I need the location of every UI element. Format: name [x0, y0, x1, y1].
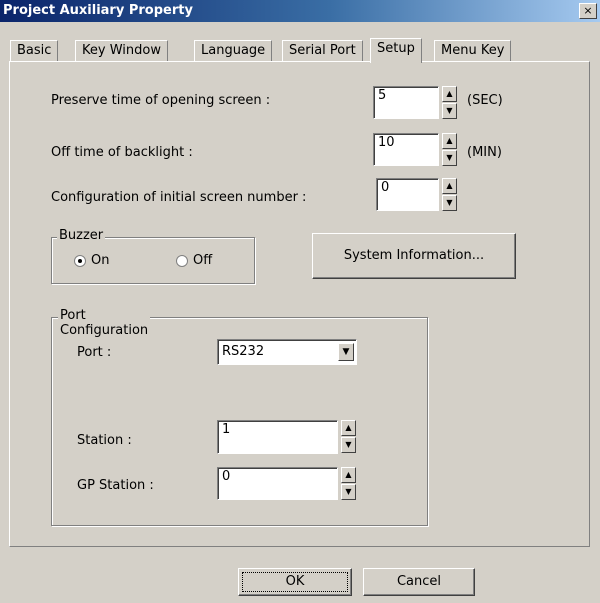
spin-down-icon[interactable]: ▼	[341, 437, 356, 453]
preserve-time-label: Preserve time of opening screen :	[51, 93, 271, 108]
station-label: Station :	[77, 433, 132, 448]
port-select-value: RS232	[222, 344, 265, 359]
tab-basic[interactable]: Basic	[10, 40, 59, 61]
tab-serial-port[interactable]: Serial Port	[282, 40, 363, 61]
station-input[interactable]: 1	[217, 420, 338, 454]
backlight-spinner[interactable]: ▲ ▼	[442, 133, 457, 167]
buzzer-off-label[interactable]: Off	[193, 253, 212, 268]
spin-down-icon[interactable]: ▼	[442, 103, 457, 119]
port-config-title: Port Configuration	[58, 308, 151, 338]
preserve-time-spinner[interactable]: ▲ ▼	[442, 86, 457, 120]
tab-setup[interactable]: Setup	[370, 38, 422, 63]
spin-up-icon[interactable]: ▲	[442, 178, 457, 194]
gp-station-spinner[interactable]: ▲ ▼	[341, 467, 356, 501]
spin-up-icon[interactable]: ▲	[442, 86, 457, 102]
gp-station-label: GP Station :	[77, 478, 154, 493]
dropdown-arrow-icon[interactable]: ▼	[338, 343, 354, 361]
port-label: Port :	[77, 345, 112, 360]
port-select[interactable]: RS232	[217, 339, 357, 365]
station-spinner[interactable]: ▲ ▼	[341, 420, 356, 454]
backlight-unit: (MIN)	[467, 145, 502, 160]
spin-down-icon[interactable]: ▼	[341, 484, 356, 500]
window-title: Project Auxiliary Property	[3, 3, 193, 18]
backlight-label: Off time of backlight :	[51, 145, 193, 160]
radio-selected-dot	[78, 259, 82, 263]
preserve-time-unit: (SEC)	[467, 93, 503, 108]
initial-screen-spinner[interactable]: ▲ ▼	[442, 178, 457, 212]
spin-down-icon[interactable]: ▼	[442, 195, 457, 211]
title-bar: Project Auxiliary Property ×	[0, 0, 600, 22]
buzzer-group-title: Buzzer	[57, 228, 106, 243]
ok-button[interactable]: OK	[238, 568, 352, 596]
spin-up-icon[interactable]: ▲	[341, 420, 356, 436]
spin-up-icon[interactable]: ▲	[341, 467, 356, 483]
initial-screen-label: Configuration of initial screen number :	[51, 190, 307, 205]
backlight-input[interactable]: 10	[373, 133, 439, 166]
buzzer-off-radio[interactable]	[176, 255, 188, 267]
preserve-time-input[interactable]: 5	[373, 86, 439, 119]
buzzer-on-radio[interactable]	[74, 255, 86, 267]
tab-key-window[interactable]: Key Window	[75, 40, 168, 61]
tab-menu-key[interactable]: Menu Key	[434, 40, 512, 61]
cancel-button[interactable]: Cancel	[363, 568, 475, 596]
system-information-button[interactable]: System Information...	[312, 233, 516, 279]
tab-language[interactable]: Language	[194, 40, 273, 61]
initial-screen-input[interactable]: 0	[376, 178, 439, 211]
close-button[interactable]: ×	[579, 3, 597, 19]
spin-up-icon[interactable]: ▲	[442, 133, 457, 149]
buzzer-on-label[interactable]: On	[91, 253, 109, 268]
gp-station-input[interactable]: 0	[217, 467, 338, 500]
spin-down-icon[interactable]: ▼	[442, 150, 457, 166]
